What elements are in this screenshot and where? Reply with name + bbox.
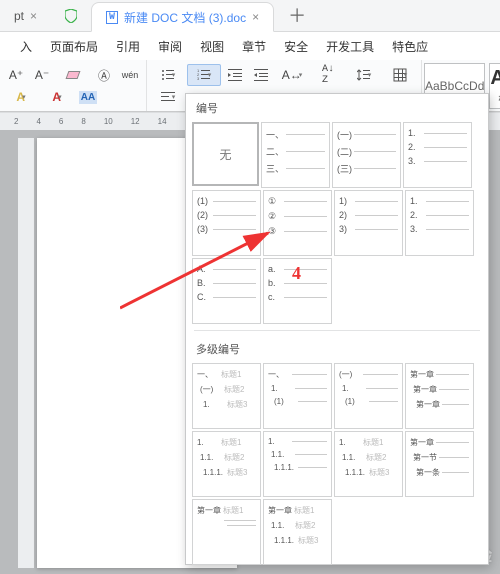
menu-bar: 入 页面布局 引用 审阅 视图 章节 安全 开发工具 特色应 <box>0 32 500 60</box>
clear-format-button[interactable]: Ⓐ <box>92 64 116 86</box>
dec-indent-button[interactable] <box>223 64 247 86</box>
eraser-button[interactable]: ▾ <box>56 64 90 86</box>
numbering-button[interactable]: 123▾ <box>187 64 221 86</box>
char-style-button[interactable]: AA <box>76 86 100 108</box>
highlight-button[interactable]: A▾ <box>4 86 38 108</box>
vertical-ruler <box>18 138 34 568</box>
word-icon: W <box>106 11 118 24</box>
tab-bar: pt × W 新建 DOC 文档 (3).doc × ＋ <box>0 0 500 32</box>
numbering-none[interactable]: 无 <box>192 122 259 186</box>
menu-item[interactable]: 章节 <box>234 34 274 59</box>
sort-button[interactable]: A↓Z <box>311 64 345 86</box>
menu-item[interactable]: 审阅 <box>150 34 190 59</box>
grow-font-button[interactable]: A⁺ <box>4 64 28 86</box>
shield-icon <box>65 9 77 23</box>
tab-label: 新建 DOC 文档 (3).doc <box>124 9 246 26</box>
menu-item[interactable]: 特色应 <box>384 34 436 59</box>
align-left-button[interactable]: ▾ <box>151 86 185 108</box>
tab-shield[interactable] <box>51 1 91 31</box>
menu-item[interactable]: 入 <box>12 34 40 59</box>
multi-numbering-option[interactable]: 第一章标题11.1.标题21.1.1.标题3 <box>263 499 332 565</box>
close-icon[interactable]: × <box>30 9 37 23</box>
multi-numbering-option[interactable]: 1.1.1.1.1.1. <box>263 431 332 497</box>
numbering-option[interactable]: 1.2.3. <box>403 122 472 188</box>
multi-numbering-option[interactable]: 第一章第一节第一条 <box>405 431 474 497</box>
line-spacing-button[interactable]: ▾ <box>347 64 381 86</box>
font-color-button[interactable]: A▾ <box>40 86 74 108</box>
numbering-option[interactable]: ①②③ <box>263 190 332 256</box>
numbering-option[interactable]: (一)(二)(三) <box>332 122 401 188</box>
menu-item[interactable]: 页面布局 <box>42 34 106 59</box>
tab-label: pt <box>14 9 24 23</box>
multi-numbering-option[interactable]: 一、标题1(一)标题21.标题3 <box>192 363 261 429</box>
menu-item[interactable]: 安全 <box>276 34 316 59</box>
style-heading[interactable]: Aa标 <box>489 63 500 109</box>
numbering-option[interactable]: 1)2)3) <box>334 190 403 256</box>
multi-numbering-option[interactable]: (一)1.(1) <box>334 363 403 429</box>
multi-numbering-option[interactable]: 第一章第一章第一章 <box>405 363 474 429</box>
pinyin-button[interactable]: wén <box>118 64 142 86</box>
numbering-panel: 编号 无 一、二、三、(一)(二)(三)1.2.3. (1)(2)(3)①②③1)… <box>185 93 489 565</box>
multi-numbering-option[interactable]: 1.标题11.1.标题21.1.1.标题3 <box>334 431 403 497</box>
svg-text:3: 3 <box>197 76 200 81</box>
multi-numbering-grid: 一、标题1(一)标题21.标题3一、1.(1)(一)1.(1)第一章第一章第一章… <box>186 361 488 567</box>
font-group: A⁺ A⁻ ▾ Ⓐ wén A▾ A▾ AA <box>0 60 147 111</box>
shrink-font-button[interactable]: A⁻ <box>30 64 54 86</box>
multi-numbering-option[interactable]: 一、1.(1) <box>263 363 332 429</box>
new-tab-button[interactable]: ＋ <box>274 1 320 31</box>
tab-ipt[interactable]: pt × <box>0 1 51 31</box>
menu-item[interactable]: 引用 <box>108 34 148 59</box>
menu-item[interactable]: 开发工具 <box>318 34 382 59</box>
char-scale-button[interactable]: A↔▾ <box>275 64 309 86</box>
panel-title-multi: 多级编号 <box>186 335 488 361</box>
numbering-option[interactable]: 1.2.3. <box>405 190 474 256</box>
multi-numbering-option[interactable]: 1.标题11.1.标题21.1.1.标题3 <box>192 431 261 497</box>
numbering-option[interactable]: A.B.C. <box>192 258 261 324</box>
annotation-number: 4 <box>292 263 301 284</box>
numbering-option[interactable]: (1)(2)(3) <box>192 190 261 256</box>
table-button[interactable]: ▾ <box>383 64 417 86</box>
close-icon[interactable]: × <box>252 10 259 24</box>
panel-title-numbering: 编号 <box>186 94 488 120</box>
numbering-option[interactable]: 一、二、三、 <box>261 122 330 188</box>
simple-numbering-grid: 无 一、二、三、(一)(二)(三)1.2.3. (1)(2)(3)①②③1)2)3… <box>186 120 488 326</box>
bullets-button[interactable]: ▾ <box>151 64 185 86</box>
menu-item[interactable]: 视图 <box>192 34 232 59</box>
separator <box>194 330 480 331</box>
multi-numbering-option[interactable]: 第一章标题1 <box>192 499 261 565</box>
tab-doc[interactable]: W 新建 DOC 文档 (3).doc × <box>91 2 274 32</box>
inc-indent-button[interactable] <box>249 64 273 86</box>
